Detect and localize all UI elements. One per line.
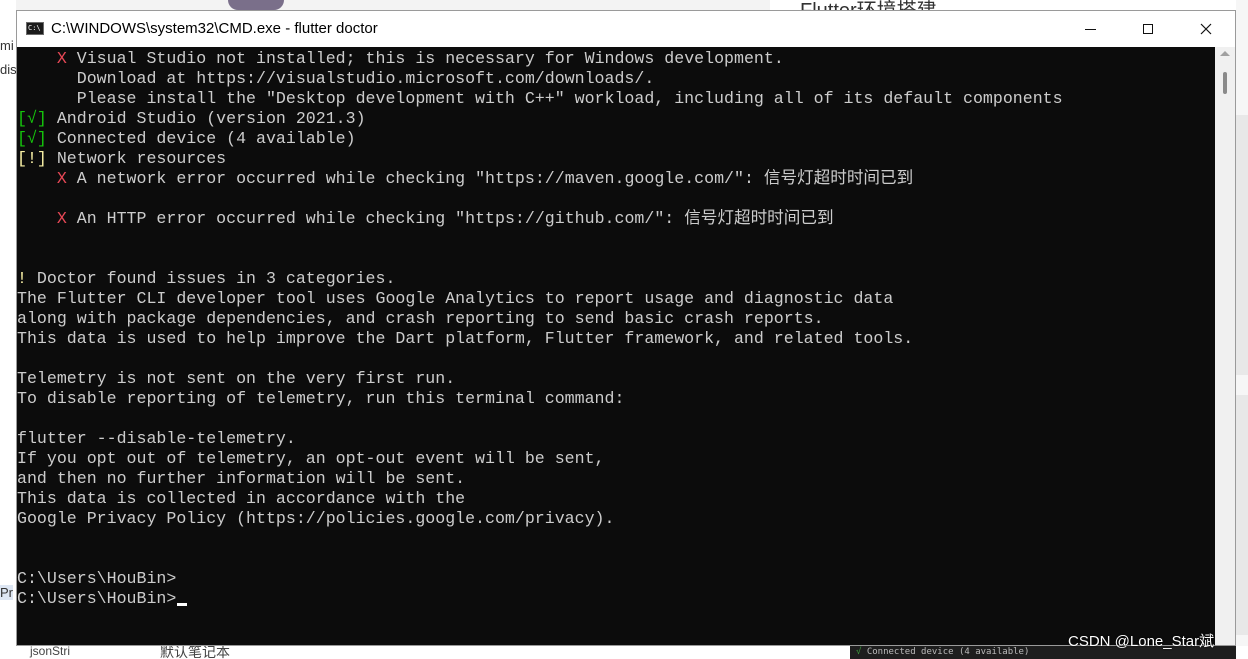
window-title: C:\WINDOWS\system32\CMD.exe - flutter do… [51,20,378,37]
maximize-icon [1143,24,1153,34]
console-text: Network resources [46,149,227,168]
console-line: This data is collected in accordance wit… [17,489,1215,509]
console-line: This data is used to help improve the Da… [17,329,1215,349]
console-line: and then no further information will be … [17,469,1215,489]
console-line: Telemetry is not sent on the very first … [17,369,1215,389]
vertical-scrollbar[interactable] [1215,47,1235,645]
background-code-text: jsonStri [30,646,71,658]
console-line: If you opt out of telemetry, an opt-out … [17,449,1215,469]
console-line: X A network error occurred while checkin… [17,169,1215,189]
console-line: [√] Android Studio (version 2021.3) [17,109,1215,129]
console-text: This data is collected in accordance wit… [17,489,466,508]
title-bar[interactable]: C:\WINDOWS\system32\CMD.exe - flutter do… [17,11,1235,47]
console-text: Please install the "Desktop development … [17,89,1063,108]
console-text: flutter --disable-telemetry. [17,429,296,448]
close-icon [1200,23,1212,35]
console-text: C:\Users\HouBin> [17,589,177,608]
background-fragment: Pr [0,585,13,600]
console-line: X Visual Studio not installed; this is n… [17,49,1215,69]
console-text: This data is used to help improve the Da… [17,329,914,348]
console-line: To disable reporting of telemetry, run t… [17,389,1215,409]
console-text: and then no further information will be … [17,469,466,488]
background-right-strip [1236,0,1248,659]
console-line: The Flutter CLI developer tool uses Goog… [17,289,1215,309]
console-text: X [56,169,67,188]
close-button[interactable] [1177,11,1235,47]
scroll-up-arrow-icon[interactable] [1220,51,1230,56]
console-text: Google Privacy Policy (https://policies.… [17,509,615,528]
console-text: Visual Studio not installed; this is nec… [66,49,784,68]
console-text: [√] [17,109,47,128]
console-text: X [56,209,67,228]
background-left-strip: mi dis Pr [0,0,17,659]
watermark: CSDN @Lone_Star斌 [1068,633,1215,650]
console-line: Google Privacy Policy (https://policies.… [17,509,1215,529]
background-fragment: dis [0,62,17,77]
console-text: Download at https://visualstudio.microso… [17,69,655,88]
console-line: C:\Users\HouBin> [17,589,1215,609]
console-text: Doctor found issues in 3 categories. [26,269,396,288]
console-text: [!] [17,149,47,168]
minimize-button[interactable] [1061,11,1119,47]
maximize-button[interactable] [1119,11,1177,47]
console-line: [√] Connected device (4 available) [17,129,1215,149]
scroll-thumb[interactable] [1223,72,1227,94]
console-text: ! [17,269,27,288]
console-text: Android Studio (version 2021.3) [46,109,366,128]
console-line: X An HTTP error occurred while checking … [17,209,1215,229]
console-text: The Flutter CLI developer tool uses Goog… [17,289,894,308]
background-notebook-text: 默认笔记本 [160,646,230,659]
console-text: X [56,49,67,68]
background-avatar [228,0,284,10]
text-cursor [177,603,188,606]
cmd-icon[interactable] [26,22,44,35]
console-text: An HTTP error occurred while checking "h… [66,209,834,228]
console-text: [√] [17,129,47,148]
console-output[interactable]: X Visual Studio not installed; this is n… [17,47,1215,647]
console-line: ! Doctor found issues in 3 categories. [17,269,1215,289]
cmd-window: C:\WINDOWS\system32\CMD.exe - flutter do… [16,10,1236,646]
console-line: [!] Network resources [17,149,1215,169]
minimize-icon [1084,28,1096,30]
console-line: C:\Users\HouBin> [17,569,1215,589]
console-line: Download at https://visualstudio.microso… [17,69,1215,89]
console-text: Telemetry is not sent on the very first … [17,369,456,388]
console-text: Connected device (4 available) [46,129,356,148]
console-text: If you opt out of telemetry, an opt-out … [17,449,605,468]
console-text: A network error occurred while checking … [66,169,914,188]
background-fragment: mi [0,38,14,53]
console-text: along with package dependencies, and cra… [17,309,824,328]
console-line: Please install the "Desktop development … [17,89,1215,109]
console-text: To disable reporting of telemetry, run t… [17,389,625,408]
console-line: along with package dependencies, and cra… [17,309,1215,329]
console-text: C:\Users\HouBin> [17,569,177,588]
background-bottom-strip: jsonStri 默认笔记本 √ Connected device (4 ava… [0,646,1248,659]
console-line: flutter --disable-telemetry. [17,429,1215,449]
